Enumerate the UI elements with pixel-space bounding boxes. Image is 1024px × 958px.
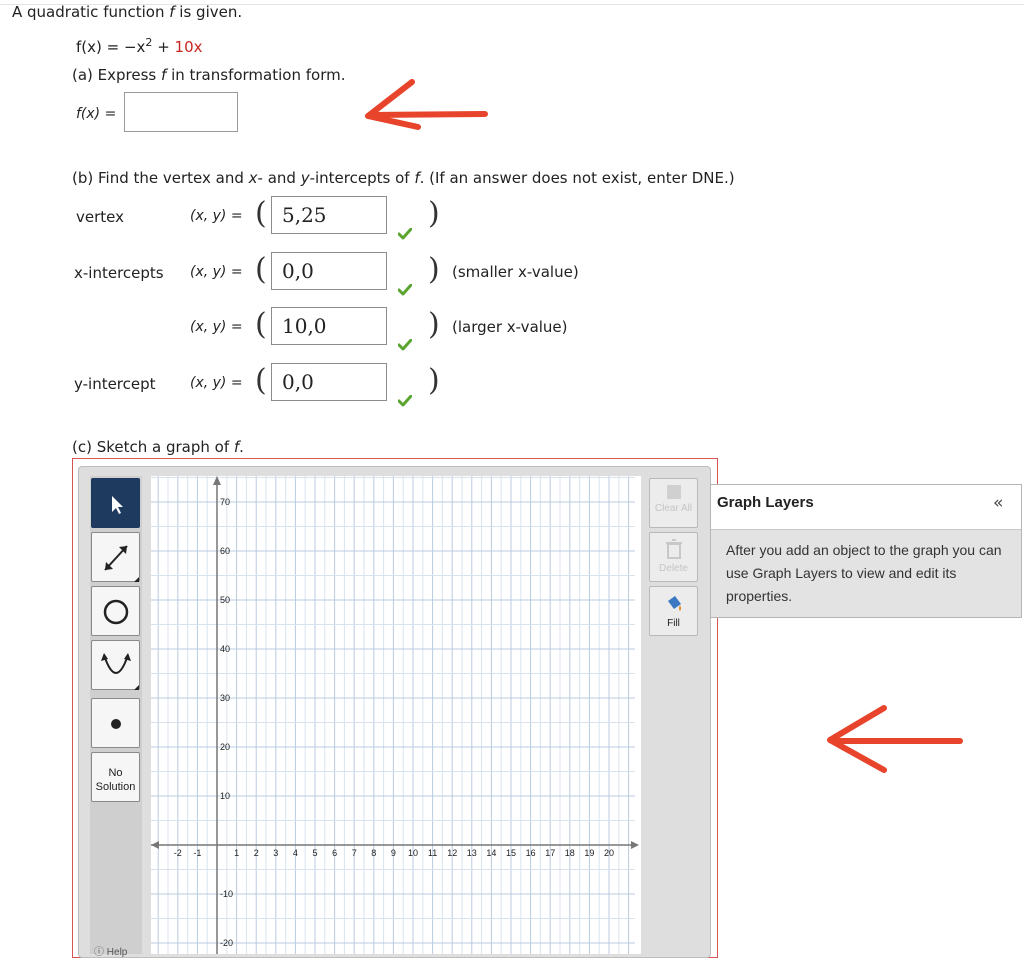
- y-tick-label: 10: [220, 791, 230, 801]
- x-tick-label: 1: [234, 848, 239, 858]
- x-tick-label: 17: [545, 848, 555, 858]
- x-tick-label: 13: [467, 848, 477, 858]
- x-tick-label: -2: [174, 848, 182, 858]
- x-tick-label: 10: [408, 848, 418, 858]
- point-tool-button[interactable]: [91, 698, 140, 748]
- x-intercepts-label: x-intercepts: [74, 264, 164, 282]
- y-tick-label: 50: [220, 595, 230, 605]
- close-paren: ): [428, 307, 440, 342]
- graph-layers-panel: Graph Layers « After you add an object t…: [710, 484, 1022, 618]
- vertex-coord-label: (x, y) =: [190, 208, 243, 224]
- parabola-tool-button[interactable]: [91, 640, 140, 690]
- graph-grid[interactable]: -2 -1 1 2 3 4 5 6 7 8 9 10 11 12 13 14 15 16 17 18 19 2070605…: [151, 476, 641, 954]
- graph-layers-help-text: After you add an object to the graph you…: [726, 542, 1002, 604]
- close-paren: ): [428, 252, 440, 287]
- x-tick-label: 9: [391, 848, 396, 858]
- x-tick-label: 12: [447, 848, 457, 858]
- close-paren: ): [428, 363, 440, 398]
- x-tick-label: 15: [506, 848, 516, 858]
- x-tick-label: -1: [193, 848, 201, 858]
- x-tick-label: 5: [312, 848, 317, 858]
- transformation-form-input[interactable]: [124, 92, 238, 132]
- x-tick-label: 2: [254, 848, 259, 858]
- graph-layers-title: Graph Layers: [717, 494, 814, 511]
- correct-check-icon: [398, 228, 412, 240]
- x-intercept-larger-input[interactable]: 10,0: [271, 307, 387, 345]
- help-icon: ⓘ: [94, 947, 104, 958]
- x-tick-label: 20: [604, 848, 614, 858]
- y-tick-label: 70: [220, 497, 230, 507]
- clear-all-button[interactable]: Clear All: [649, 478, 698, 528]
- x-tick-label: 4: [293, 848, 298, 858]
- clear-all-label: Clear All: [654, 503, 693, 514]
- x-tick-label: 11: [428, 848, 437, 858]
- x-tick-label: 18: [565, 848, 575, 858]
- delete-label: Delete: [659, 563, 688, 574]
- no-solution-label: Solution: [95, 781, 136, 793]
- correct-check-icon: [398, 339, 412, 351]
- vertex-label: vertex: [76, 208, 124, 226]
- x-tick-label: 7: [352, 848, 357, 858]
- part-a-input-label: f(x) =: [76, 106, 117, 122]
- circle-icon: [103, 599, 129, 625]
- y-tick-label: 30: [220, 693, 230, 703]
- y-intercept-input[interactable]: 0,0: [271, 363, 387, 401]
- close-paren: ): [428, 196, 440, 231]
- intro-text: A quadratic function f is given.: [12, 3, 243, 21]
- y-tick-label: 20: [220, 742, 230, 752]
- y-tick-label: -20: [220, 938, 233, 948]
- correct-check-icon: [398, 284, 412, 296]
- function-definition: f(x) = −x2 + 10x: [76, 36, 203, 56]
- circle-tool-button[interactable]: [91, 586, 140, 636]
- x-intercept-2-coord-label: (x, y) =: [190, 319, 243, 335]
- fill-button[interactable]: Fill: [649, 586, 698, 636]
- x-tick-label: 19: [584, 848, 594, 858]
- pointer-icon: [112, 496, 123, 514]
- part-c-prompt: (c) Sketch a graph of f.: [72, 438, 244, 456]
- y-intercept-label: y-intercept: [74, 375, 156, 393]
- select-tool-button[interactable]: [91, 478, 140, 528]
- paint-bucket-icon: [667, 596, 681, 611]
- x-tick-label: 16: [526, 848, 536, 858]
- x-tick-label: 3: [273, 848, 278, 858]
- clear-all-icon: [666, 485, 681, 499]
- no-solution-button[interactable]: No Solution: [91, 752, 140, 802]
- open-paren: (: [255, 196, 267, 231]
- x-tick-label: 8: [371, 848, 376, 858]
- help-label: Help: [106, 947, 128, 958]
- x-intercept-smaller-input[interactable]: 0,0: [271, 252, 387, 290]
- y-intercept-coord-label: (x, y) =: [190, 375, 243, 391]
- correct-check-icon: [398, 395, 412, 407]
- x-tick-label: 6: [332, 848, 337, 858]
- help-link[interactable]: ⓘ Help: [94, 943, 127, 958]
- vertex-input[interactable]: 5,25: [271, 196, 387, 234]
- line-tool-button[interactable]: [91, 532, 140, 582]
- open-paren: (: [255, 363, 267, 398]
- part-a-prompt: (a) Express f in transformation form.: [72, 66, 346, 84]
- point-icon: [111, 719, 121, 729]
- x-tick-label: 14: [486, 848, 496, 858]
- open-paren: (: [255, 307, 267, 342]
- smaller-x-note: (smaller x-value): [452, 263, 579, 281]
- no-solution-label: No: [108, 767, 123, 779]
- open-paren: (: [255, 252, 267, 287]
- larger-x-note: (larger x-value): [452, 318, 568, 336]
- x-intercept-1-coord-label: (x, y) =: [190, 264, 243, 280]
- delete-button[interactable]: Delete: [649, 532, 698, 582]
- trash-icon: [665, 539, 682, 559]
- y-tick-label: 40: [220, 644, 230, 654]
- y-tick-label: 60: [220, 546, 230, 556]
- line-arrows-icon: [104, 545, 139, 582]
- annotation-arrow-icon: [365, 79, 488, 130]
- part-b-prompt: (b) Find the vertex and x- and y-interce…: [72, 169, 735, 187]
- collapse-layers-button[interactable]: «: [993, 493, 1003, 513]
- y-tick-label: -10: [220, 889, 233, 899]
- annotation-arrow-icon: [827, 705, 963, 773]
- parabola-icon: [101, 653, 139, 690]
- fill-label: Fill: [667, 618, 680, 629]
